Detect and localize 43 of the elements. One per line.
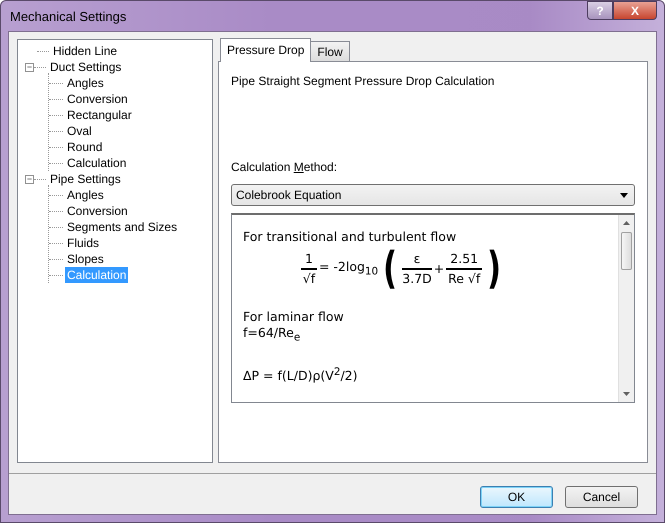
- formula-text: For laminar flow: [243, 309, 345, 325]
- denominator: Re √f: [448, 270, 480, 288]
- tree-item[interactable]: Calculation: [65, 155, 128, 171]
- collapse-toggle[interactable]: −: [25, 62, 34, 72]
- tree-item[interactable]: Conversion: [65, 91, 130, 107]
- numerator: 1: [301, 250, 317, 270]
- formula-text: = -2log$_{10}$: [318, 258, 378, 280]
- plus-sign: +: [434, 261, 444, 277]
- tree-item[interactable]: Rectangular: [65, 107, 134, 123]
- window-title: Mechanical Settings: [9, 8, 126, 24]
- tab[interactable]: Pressure Drop: [220, 38, 312, 62]
- tree-item[interactable]: Pipe Settings: [48, 171, 123, 187]
- tree-item[interactable]: Oval: [65, 123, 94, 139]
- tree-item[interactable]: Angles: [65, 75, 106, 91]
- tree-item[interactable]: Duct Settings: [48, 59, 124, 75]
- collapse-toggle[interactable]: −: [25, 174, 34, 184]
- denominator: 3.7D: [402, 270, 432, 288]
- scroll-down-icon[interactable]: [623, 392, 630, 396]
- formula-text: For transitional and turbulent flow: [243, 229, 458, 245]
- parenthesis: ): [487, 247, 502, 291]
- cancel-button[interactable]: Cancel: [565, 486, 638, 508]
- formula-text: ΔP = f(L/D)ρ(V$^{2}$/2): [243, 364, 358, 384]
- tree-item[interactable]: Round: [65, 139, 104, 155]
- tree-item[interactable]: Segments and Sizes: [65, 219, 180, 235]
- tree-item[interactable]: Hidden Line: [51, 43, 120, 59]
- tab[interactable]: Flow: [310, 41, 350, 61]
- section-heading: Pipe Straight Segment Pressure Drop Calculation: [231, 74, 496, 88]
- tree-item[interactable]: Slopes: [65, 251, 106, 267]
- tree-item[interactable]: Fluids: [65, 235, 102, 251]
- numerator: 2.51: [446, 250, 482, 270]
- scrollbar[interactable]: [618, 215, 634, 402]
- field-label: Calculation Method:: [231, 160, 338, 174]
- tree-item[interactable]: Angles: [65, 187, 106, 203]
- method-dropdown[interactable]: Colebrook Equation: [231, 184, 635, 206]
- parenthesis: (: [383, 247, 398, 291]
- scroll-up-icon[interactable]: [623, 221, 630, 225]
- ok-button[interactable]: OK: [480, 486, 553, 508]
- numerator: ε: [402, 250, 432, 270]
- formula-text: f=64/Re$_{e}$: [243, 325, 302, 346]
- dropdown-arrow-icon: [620, 192, 628, 198]
- tree-item[interactable]: Conversion: [65, 203, 130, 219]
- denominator: √f: [302, 270, 316, 288]
- scroll-thumb[interactable]: [621, 232, 632, 270]
